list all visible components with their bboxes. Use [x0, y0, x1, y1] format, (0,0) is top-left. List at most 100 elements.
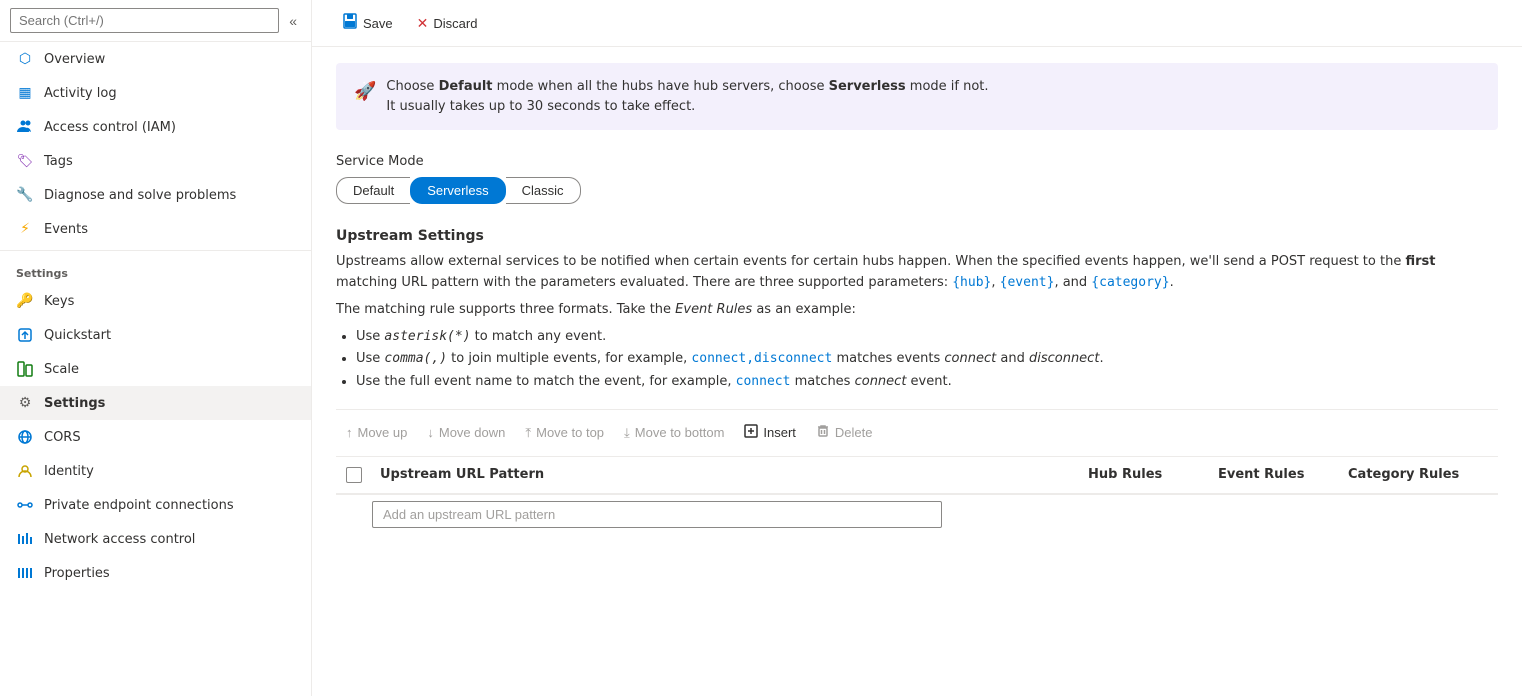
- delete-button[interactable]: Delete: [806, 418, 883, 447]
- move-up-label: Move up: [358, 425, 408, 440]
- insert-label: Insert: [763, 425, 796, 440]
- upstream-description-2: The matching rule supports three formats…: [336, 300, 1498, 321]
- sidebar-item-label: Tags: [44, 154, 73, 169]
- mode-default-button[interactable]: Default: [336, 177, 410, 204]
- nav-list: ⬡ Overview ▦ Activity log Access control…: [0, 42, 311, 246]
- sidebar-item-label: Overview: [44, 52, 105, 67]
- sidebar-item-keys[interactable]: 🔑 Keys: [0, 284, 311, 318]
- move-down-icon: ↓: [427, 425, 434, 440]
- insert-icon: [744, 424, 758, 442]
- url-pattern-input[interactable]: [372, 501, 942, 528]
- keys-icon: 🔑: [16, 292, 34, 310]
- move-to-top-icon: ⤒: [525, 425, 531, 441]
- delete-label: Delete: [835, 425, 873, 440]
- sidebar-item-label: Diagnose and solve problems: [44, 188, 236, 203]
- move-down-label: Move down: [439, 425, 505, 440]
- save-button[interactable]: Save: [332, 8, 403, 38]
- sidebar-item-overview[interactable]: ⬡ Overview: [0, 42, 311, 76]
- sidebar-item-settings[interactable]: ⚙ Settings: [0, 386, 311, 420]
- move-to-top-label: Move to top: [536, 425, 604, 440]
- sidebar-item-tags[interactable]: 🏷 Tags: [0, 144, 311, 178]
- main-content: Save ✕ Discard 🚀 Choose Default mode whe…: [312, 0, 1522, 696]
- sidebar-item-properties[interactable]: Properties: [0, 556, 311, 590]
- col-category-header: Category Rules: [1348, 467, 1498, 482]
- overview-icon: ⬡: [16, 50, 34, 68]
- move-up-icon: ↑: [346, 425, 353, 440]
- info-banner-subtitle: It usually takes up to 30 seconds to tak…: [386, 97, 988, 117]
- sidebar-item-events[interactable]: ⚡ Events: [0, 212, 311, 246]
- move-down-button[interactable]: ↓ Move down: [417, 419, 515, 446]
- save-icon: [342, 13, 358, 33]
- search-input[interactable]: [10, 8, 279, 33]
- diagnose-icon: 🔧: [16, 186, 34, 204]
- info-banner-text: Choose Default mode when all the hubs ha…: [386, 77, 988, 97]
- insert-button[interactable]: Insert: [734, 418, 806, 448]
- bullet-item: Use the full event name to match the eve…: [356, 371, 1498, 393]
- save-label: Save: [363, 16, 393, 31]
- discard-button[interactable]: ✕ Discard: [407, 10, 488, 37]
- discard-icon: ✕: [417, 15, 429, 32]
- move-to-bottom-label: Move to bottom: [635, 425, 725, 440]
- sidebar-item-identity[interactable]: Identity: [0, 454, 311, 488]
- col-hub-header: Hub Rules: [1088, 467, 1218, 482]
- search-bar: «: [0, 0, 311, 42]
- discard-label: Discard: [433, 16, 477, 31]
- collapse-sidebar-button[interactable]: «: [285, 9, 301, 33]
- sidebar-item-label: Properties: [44, 566, 110, 581]
- table-header: Upstream URL Pattern Hub Rules Event Rul…: [336, 457, 1498, 495]
- sidebar-item-label: Quickstart: [44, 328, 111, 343]
- sidebar-item-label: Network access control: [44, 532, 195, 547]
- move-to-bottom-icon: ⤓: [624, 425, 630, 441]
- sidebar-item-access-control[interactable]: Access control (IAM): [0, 110, 311, 144]
- move-to-bottom-button[interactable]: ⤓ Move to bottom: [614, 419, 734, 447]
- network-icon: [16, 530, 34, 548]
- sidebar-item-label: Settings: [44, 396, 105, 411]
- sidebar-item-private-endpoint[interactable]: Private endpoint connections: [0, 488, 311, 522]
- select-all-checkbox[interactable]: [346, 467, 362, 483]
- sidebar-item-label: Identity: [44, 464, 94, 479]
- info-icon: 🚀: [354, 78, 376, 105]
- quickstart-icon: [16, 326, 34, 344]
- col-event-header: Event Rules: [1218, 467, 1348, 482]
- col-url-header: Upstream URL Pattern: [372, 467, 1088, 482]
- mode-classic-button[interactable]: Classic: [506, 177, 581, 204]
- cors-icon: [16, 428, 34, 446]
- sidebar-item-quickstart[interactable]: Quickstart: [0, 318, 311, 352]
- toolbar: Save ✕ Discard: [312, 0, 1522, 47]
- upstream-title: Upstream Settings: [336, 228, 1498, 244]
- sidebar-item-label: Access control (IAM): [44, 120, 176, 135]
- sidebar-item-label: CORS: [44, 430, 81, 445]
- delete-icon: [816, 424, 830, 441]
- sidebar-item-scale[interactable]: Scale: [0, 352, 311, 386]
- table-input-row: [336, 495, 1498, 534]
- move-up-button[interactable]: ↑ Move up: [336, 419, 417, 446]
- sidebar-item-label: Scale: [44, 362, 79, 377]
- sidebar-item-label: Activity log: [44, 86, 117, 101]
- sidebar-item-cors[interactable]: CORS: [0, 420, 311, 454]
- properties-icon: [16, 564, 34, 582]
- mode-serverless-button[interactable]: Serverless: [410, 177, 505, 204]
- events-icon: ⚡: [16, 220, 34, 238]
- sidebar-item-network-access[interactable]: Network access control: [0, 522, 311, 556]
- activity-log-icon: ▦: [16, 84, 34, 102]
- sidebar-item-label: Private endpoint connections: [44, 498, 234, 513]
- bullet-item: Use comma(,) to join multiple events, fo…: [356, 348, 1498, 370]
- mode-buttons: Default Serverless Classic: [336, 177, 1498, 204]
- sidebar-item-label: Events: [44, 222, 88, 237]
- action-bar: ↑ Move up ↓ Move down ⤒ Move to top ⤓ Mo…: [336, 409, 1498, 457]
- info-banner: 🚀 Choose Default mode when all the hubs …: [336, 63, 1498, 130]
- identity-icon: [16, 462, 34, 480]
- upstream-description-1: Upstreams allow external services to be …: [336, 252, 1498, 294]
- sidebar-item-activity-log[interactable]: ▦ Activity log: [0, 76, 311, 110]
- content-area: 🚀 Choose Default mode when all the hubs …: [312, 47, 1522, 550]
- sidebar-item-label: Keys: [44, 294, 74, 309]
- scale-icon: [16, 360, 34, 378]
- bullet-item: Use asterisk(*) to match any event.: [356, 326, 1498, 348]
- move-to-top-button[interactable]: ⤒ Move to top: [515, 419, 614, 447]
- sidebar: « ⬡ Overview ▦ Activity log Access contr…: [0, 0, 312, 696]
- tags-icon: 🏷: [16, 152, 34, 170]
- settings-nav-list: 🔑 Keys Quickstart Scale ⚙ Settings CORS: [0, 284, 311, 590]
- service-mode-label: Service Mode: [336, 154, 1498, 169]
- sidebar-item-diagnose[interactable]: 🔧 Diagnose and solve problems: [0, 178, 311, 212]
- iam-icon: [16, 118, 34, 136]
